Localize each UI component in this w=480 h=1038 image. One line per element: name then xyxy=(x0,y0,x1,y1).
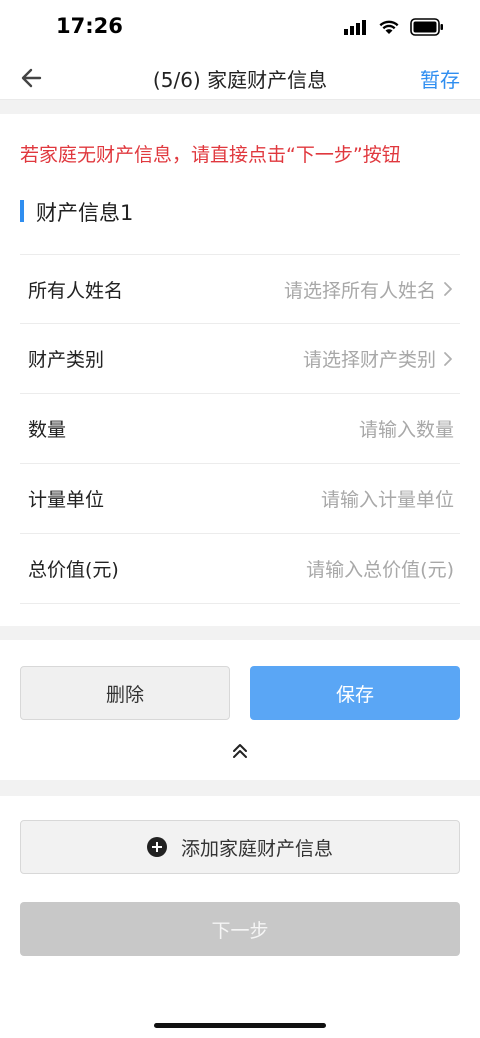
plus-circle-icon xyxy=(146,837,167,857)
battery-icon xyxy=(410,18,443,36)
total-value-row: 总价值(元) 请输入总价值(元) xyxy=(20,534,460,604)
wifi-icon xyxy=(379,20,399,34)
cellular-signal-icon xyxy=(344,20,366,35)
status-icons xyxy=(344,18,444,36)
unit-label: 计量单位 xyxy=(28,489,105,511)
delete-button[interactable]: 删除 xyxy=(20,666,230,720)
next-step-button[interactable]: 下一步 xyxy=(20,902,460,956)
status-bar: 17:26 xyxy=(0,0,480,56)
chevron-right-icon xyxy=(444,351,452,366)
property-type-select[interactable]: 请选择财产类别 xyxy=(303,345,436,372)
unit-input[interactable]: 请输入计量单位 xyxy=(321,485,454,512)
collapse-chevron-up-icon[interactable] xyxy=(229,740,251,762)
property-info-card: 若家庭无财产信息，请直接点击“下一步”按钮 财产信息1 所有人姓名 请选择所有人… xyxy=(0,114,480,626)
notice-text: 若家庭无财产信息，请直接点击“下一步”按钮 xyxy=(20,144,401,166)
save-button[interactable]: 保存 xyxy=(250,666,460,720)
total-value-label: 总价值(元) xyxy=(28,559,119,581)
home-indicator xyxy=(154,1023,326,1028)
property-type-label: 财产类别 xyxy=(28,349,105,371)
add-property-label: 添加家庭财产信息 xyxy=(180,837,333,860)
bottom-actions: 添加家庭财产信息 下一步 xyxy=(0,796,480,1038)
quantity-row: 数量 请输入数量 xyxy=(20,394,460,464)
page-title: (5/6) 家庭财产信息 xyxy=(152,68,328,92)
total-value-input[interactable]: 请输入总价值(元) xyxy=(306,555,454,582)
property-type-row[interactable]: 财产类别 请选择财产类别 xyxy=(20,324,460,394)
chevron-right-icon xyxy=(444,282,452,296)
section-title-accent xyxy=(20,200,24,222)
quantity-input[interactable]: 请输入数量 xyxy=(359,415,454,442)
quantity-label: 数量 xyxy=(28,419,67,441)
temp-save-button[interactable]: 暂存 xyxy=(420,64,460,93)
section-title: 财产信息1 xyxy=(36,201,134,225)
unit-row: 计量单位 请输入计量单位 xyxy=(20,464,460,534)
navigation-bar: (5/6) 家庭财产信息 暂存 xyxy=(0,56,480,100)
card-actions: 删除 保存 xyxy=(0,640,480,780)
owner-name-label: 所有人姓名 xyxy=(28,279,124,302)
property-form: 所有人姓名 请选择所有人姓名 财产类别 请选择财产类别 数量 请输入数量 计量单… xyxy=(20,254,460,604)
status-time: 17:26 xyxy=(56,14,123,38)
add-property-button[interactable]: 添加家庭财产信息 xyxy=(20,820,460,874)
owner-name-select[interactable]: 请选择所有人姓名 xyxy=(284,276,436,303)
owner-name-row[interactable]: 所有人姓名 请选择所有人姓名 xyxy=(20,254,460,324)
